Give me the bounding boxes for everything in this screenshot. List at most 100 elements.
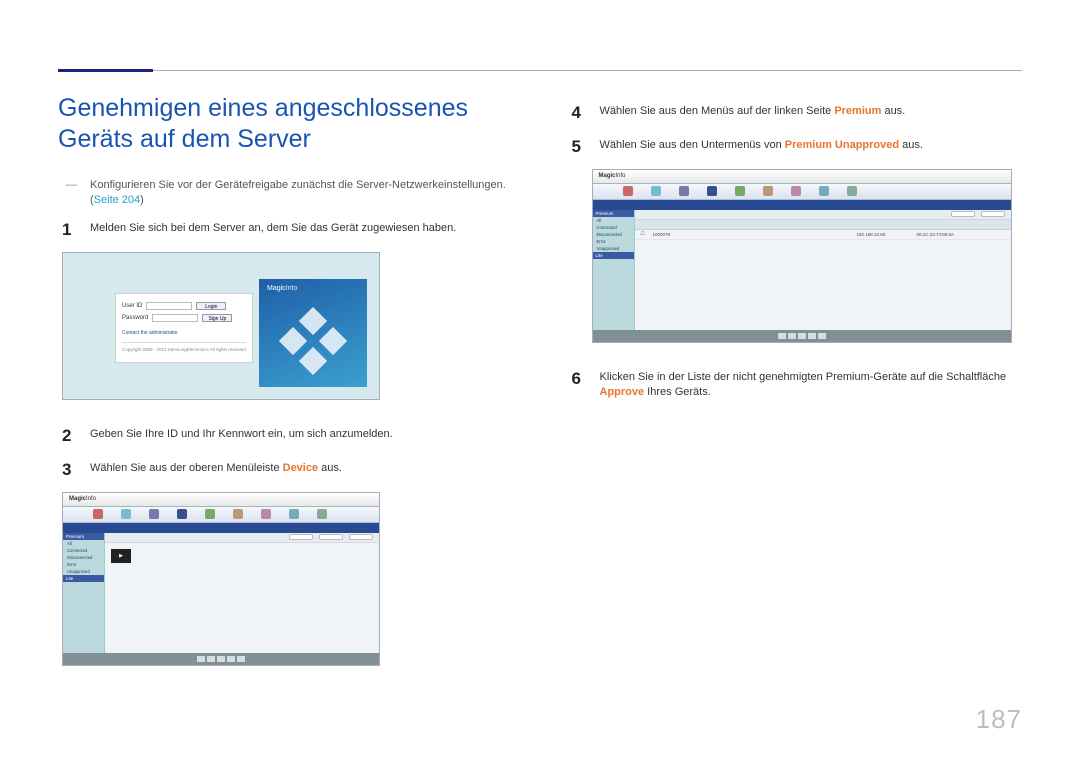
app-titlebar: MagicInfo: [593, 170, 1011, 184]
step-number: 2: [62, 424, 76, 448]
sidebar-item[interactable]: Disconnected: [593, 231, 634, 238]
sidebar-item-unapproved[interactable]: Unapproved: [593, 245, 634, 252]
nav-icon[interactable]: [623, 186, 633, 196]
nav-icon[interactable]: [847, 186, 857, 196]
pager-btn[interactable]: [237, 656, 245, 662]
main-toolbar: [105, 533, 379, 543]
pager-btn[interactable]: [197, 656, 205, 662]
step-number: 4: [572, 101, 586, 125]
sidebar-item-unapproved[interactable]: Unapproved: [63, 568, 104, 575]
app-main-area: [105, 533, 379, 653]
sidebar-item[interactable]: Connected: [593, 224, 634, 231]
nav-icon[interactable]: [651, 186, 661, 196]
screenshot-device-grid: MagicInfo Premium All Conn: [62, 492, 380, 666]
nav-icon[interactable]: [763, 186, 773, 196]
approve-highlight: Approve: [600, 386, 645, 398]
brand-b: Info: [286, 285, 298, 292]
row-mac: 00:1C:23:74:85:6A: [911, 232, 961, 237]
sidebar-header-lite[interactable]: Lite: [63, 575, 104, 582]
app-titlebar: MagicInfo: [63, 493, 379, 507]
left-column: Genehmigen eines angeschlossenes Geräts …: [58, 93, 513, 690]
step-number: 6: [572, 367, 586, 391]
row-ip: 192.168.10.50: [851, 232, 911, 237]
sidebar-header-lite[interactable]: Lite: [593, 252, 634, 259]
brand-a: Magic: [267, 285, 286, 292]
premium-unapproved-highlight: Premium Unapproved: [785, 139, 899, 151]
toolbar-chip[interactable]: [289, 534, 313, 540]
signup-button[interactable]: Sign Up: [202, 314, 232, 322]
nav-icon[interactable]: [791, 186, 801, 196]
password-label: Password: [122, 315, 148, 321]
toolbar-chip[interactable]: [951, 211, 975, 217]
precondition-note: Konfigurieren Sie vor der Gerätefreigabe…: [62, 178, 513, 209]
pager-btn[interactable]: [808, 333, 816, 339]
step-body: Geben Sie Ihre ID und Ihr Kennwort ein, …: [90, 424, 513, 442]
sidebar-item[interactable]: Error: [593, 238, 634, 245]
screenshot-login: User ID Login Password Sign Up Contact t…: [62, 252, 380, 400]
nav-icon[interactable]: [149, 509, 159, 519]
nav-icon[interactable]: [93, 509, 103, 519]
sidebar-item[interactable]: All: [63, 540, 104, 547]
device-highlight: Device: [283, 462, 318, 474]
login-panel: User ID Login Password Sign Up Contact t…: [115, 293, 253, 363]
pager-btn[interactable]: [778, 333, 786, 339]
nav-icon[interactable]: [205, 509, 215, 519]
toolbar-chip[interactable]: [319, 534, 343, 540]
login-brand-panel: MagicInfo: [259, 279, 367, 387]
sidebar-item[interactable]: All: [593, 217, 634, 224]
sidebar-item[interactable]: Disconnected: [63, 554, 104, 561]
step-number: 3: [62, 458, 76, 482]
step-body: Wählen Sie aus der oberen Menüleiste Dev…: [90, 458, 513, 476]
pager-btn[interactable]: [217, 656, 225, 662]
precondition-text: Konfigurieren Sie vor der Gerätefreigabe…: [90, 179, 506, 206]
device-thumbnail[interactable]: [111, 549, 131, 563]
section-title: Genehmigen eines angeschlossenes Geräts …: [58, 93, 513, 156]
nav-icon[interactable]: [261, 509, 271, 519]
precondition-tail: ): [140, 194, 144, 206]
user-id-input[interactable]: [146, 302, 192, 310]
pager-btn[interactable]: [798, 333, 806, 339]
nav-icon-device[interactable]: [707, 186, 717, 196]
sidebar-header-premium[interactable]: Premium: [63, 533, 104, 540]
toolbar-chip[interactable]: [349, 534, 373, 540]
app-top-nav: [593, 184, 1011, 200]
pager-btn[interactable]: [818, 333, 826, 339]
step-number: 5: [572, 135, 586, 159]
nav-icon[interactable]: [317, 509, 327, 519]
sidebar-item[interactable]: Error: [63, 561, 104, 568]
premium-highlight: Premium: [834, 105, 881, 117]
nav-icon[interactable]: [735, 186, 745, 196]
app-top-nav: [63, 507, 379, 523]
screenshot-unapproved-list: MagicInfo Premium All Conn: [592, 169, 1012, 343]
nav-icon[interactable]: [679, 186, 689, 196]
sidebar-header-premium[interactable]: Premium: [593, 210, 634, 217]
step-2: 2 Geben Sie Ihre ID und Ihr Kennwort ein…: [62, 424, 513, 448]
row-name: 1000079: [647, 232, 851, 237]
app-sidebar: Premium All Connected Disconnected Error…: [63, 533, 105, 653]
main-toolbar: [635, 210, 1011, 220]
list-header: [635, 220, 1011, 230]
step-number: 1: [62, 218, 76, 242]
login-button[interactable]: Login: [196, 302, 226, 310]
nav-icon[interactable]: [819, 186, 829, 196]
page-link[interactable]: Seite 204: [94, 194, 140, 206]
step-body: Wählen Sie aus den Menüs auf der linken …: [600, 101, 1023, 119]
password-input[interactable]: [152, 314, 198, 322]
step-1: 1 Melden Sie sich bei dem Server an, dem…: [62, 218, 513, 242]
nav-icon-device[interactable]: [177, 509, 187, 519]
contact-admin-link[interactable]: Contact the administrator: [122, 330, 246, 336]
toolbar-chip[interactable]: [981, 211, 1005, 217]
nav-icon[interactable]: [233, 509, 243, 519]
nav-icon[interactable]: [121, 509, 131, 519]
step-3: 3 Wählen Sie aus der oberen Menüleiste D…: [62, 458, 513, 482]
app-subnav: [63, 523, 379, 533]
nav-icon[interactable]: [289, 509, 299, 519]
pager-btn[interactable]: [227, 656, 235, 662]
app-sidebar: Premium All Connected Disconnected Error…: [593, 210, 635, 330]
pager-btn[interactable]: [207, 656, 215, 662]
sidebar-item[interactable]: Connected: [63, 547, 104, 554]
pager-btn[interactable]: [788, 333, 796, 339]
step-5: 5 Wählen Sie aus den Untermenüs von Prem…: [572, 135, 1023, 159]
step-body: Wählen Sie aus den Untermenüs von Premiu…: [600, 135, 1023, 153]
table-row[interactable]: ☐ 1000079 192.168.10.50 00:1C:23:74:85:6…: [635, 230, 1011, 240]
